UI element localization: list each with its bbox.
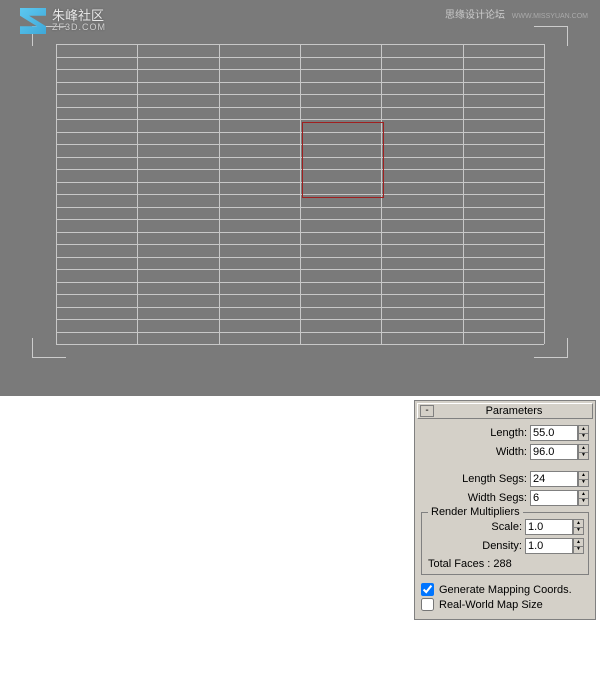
generate-mapping-label: Generate Mapping Coords. [439,584,572,596]
rollup-header[interactable]: - Parameters [417,403,593,419]
grid-line-vertical [463,44,464,344]
realworld-label: Real-World Map Size [439,599,543,611]
watermark-right: 思缘设计论坛 WWW.MISSYUAN.COM [445,6,588,21]
scale-label: Scale: [491,521,522,533]
width-spinner[interactable]: ▲ ▼ [530,444,589,460]
grid-line-vertical [137,44,138,344]
spinner-up-icon[interactable]: ▲ [573,538,584,546]
panel-body: Length: ▲ ▼ Width: ▲ ▼ Length Segs: [415,421,595,619]
length-input[interactable] [530,425,578,441]
logo-icon [20,8,46,34]
grid-line-vertical [381,44,382,344]
length-spinner[interactable]: ▲ ▼ [530,425,589,441]
width-label: Width: [496,446,527,458]
spinner-up-icon[interactable]: ▲ [578,425,589,433]
spinner-up-icon[interactable]: ▲ [573,519,584,527]
spinner-down-icon[interactable]: ▼ [573,527,584,536]
scale-input[interactable] [525,519,573,535]
spinner-up-icon[interactable]: ▲ [578,444,589,452]
rollup-title: Parameters [436,405,592,417]
length-label: Length: [490,427,527,439]
render-multipliers-group: Render Multipliers Scale: ▲ ▼ Density: ▲ [421,512,589,575]
lengthsegs-input[interactable] [530,471,578,487]
watermark-left-text: 朱峰社区 ZF3D.COM [52,9,106,33]
width-input[interactable] [530,444,578,460]
grid-line-vertical [544,44,545,344]
spinner-up-icon[interactable]: ▲ [578,471,589,479]
spinner-down-icon[interactable]: ▼ [578,452,589,461]
spinner-up-icon[interactable]: ▲ [578,490,589,498]
grid-plane[interactable] [56,44,544,344]
widthsegs-label: Width Segs: [468,492,527,504]
watermark-subtitle: ZF3D.COM [52,23,106,33]
density-input[interactable] [525,538,573,554]
spinner-down-icon[interactable]: ▼ [578,498,589,507]
widthsegs-spinner[interactable]: ▲ ▼ [530,490,589,506]
watermark-forum: 思缘设计论坛 [445,10,505,21]
grid-line-vertical [300,44,301,344]
generate-mapping-checkbox[interactable] [421,583,434,596]
scale-spinner[interactable]: ▲ ▼ [525,519,584,535]
render-multipliers-legend: Render Multipliers [428,506,523,518]
density-spinner[interactable]: ▲ ▼ [525,538,584,554]
spinner-down-icon[interactable]: ▼ [573,546,584,555]
grid-line-horizontal [56,344,544,345]
widthsegs-input[interactable] [530,490,578,506]
density-label: Density: [482,540,522,552]
lengthsegs-spinner[interactable]: ▲ ▼ [530,471,589,487]
spinner-down-icon[interactable]: ▼ [578,479,589,488]
viewport[interactable]: 朱峰社区 ZF3D.COM 思缘设计论坛 WWW.MISSYUAN.COM [0,0,600,396]
spinner-down-icon[interactable]: ▼ [578,433,589,442]
parameters-panel: - Parameters Length: ▲ ▼ Width: ▲ ▼ [414,400,596,620]
realworld-checkbox[interactable] [421,598,434,611]
total-faces-label: Total Faces : 288 [426,558,584,570]
collapse-button[interactable]: - [420,405,434,417]
lengthsegs-label: Length Segs: [462,473,527,485]
grid-line-vertical [56,44,57,344]
watermark-forum-url: WWW.MISSYUAN.COM [512,13,588,20]
grid-line-vertical [219,44,220,344]
watermark-left: 朱峰社区 ZF3D.COM [20,8,106,34]
